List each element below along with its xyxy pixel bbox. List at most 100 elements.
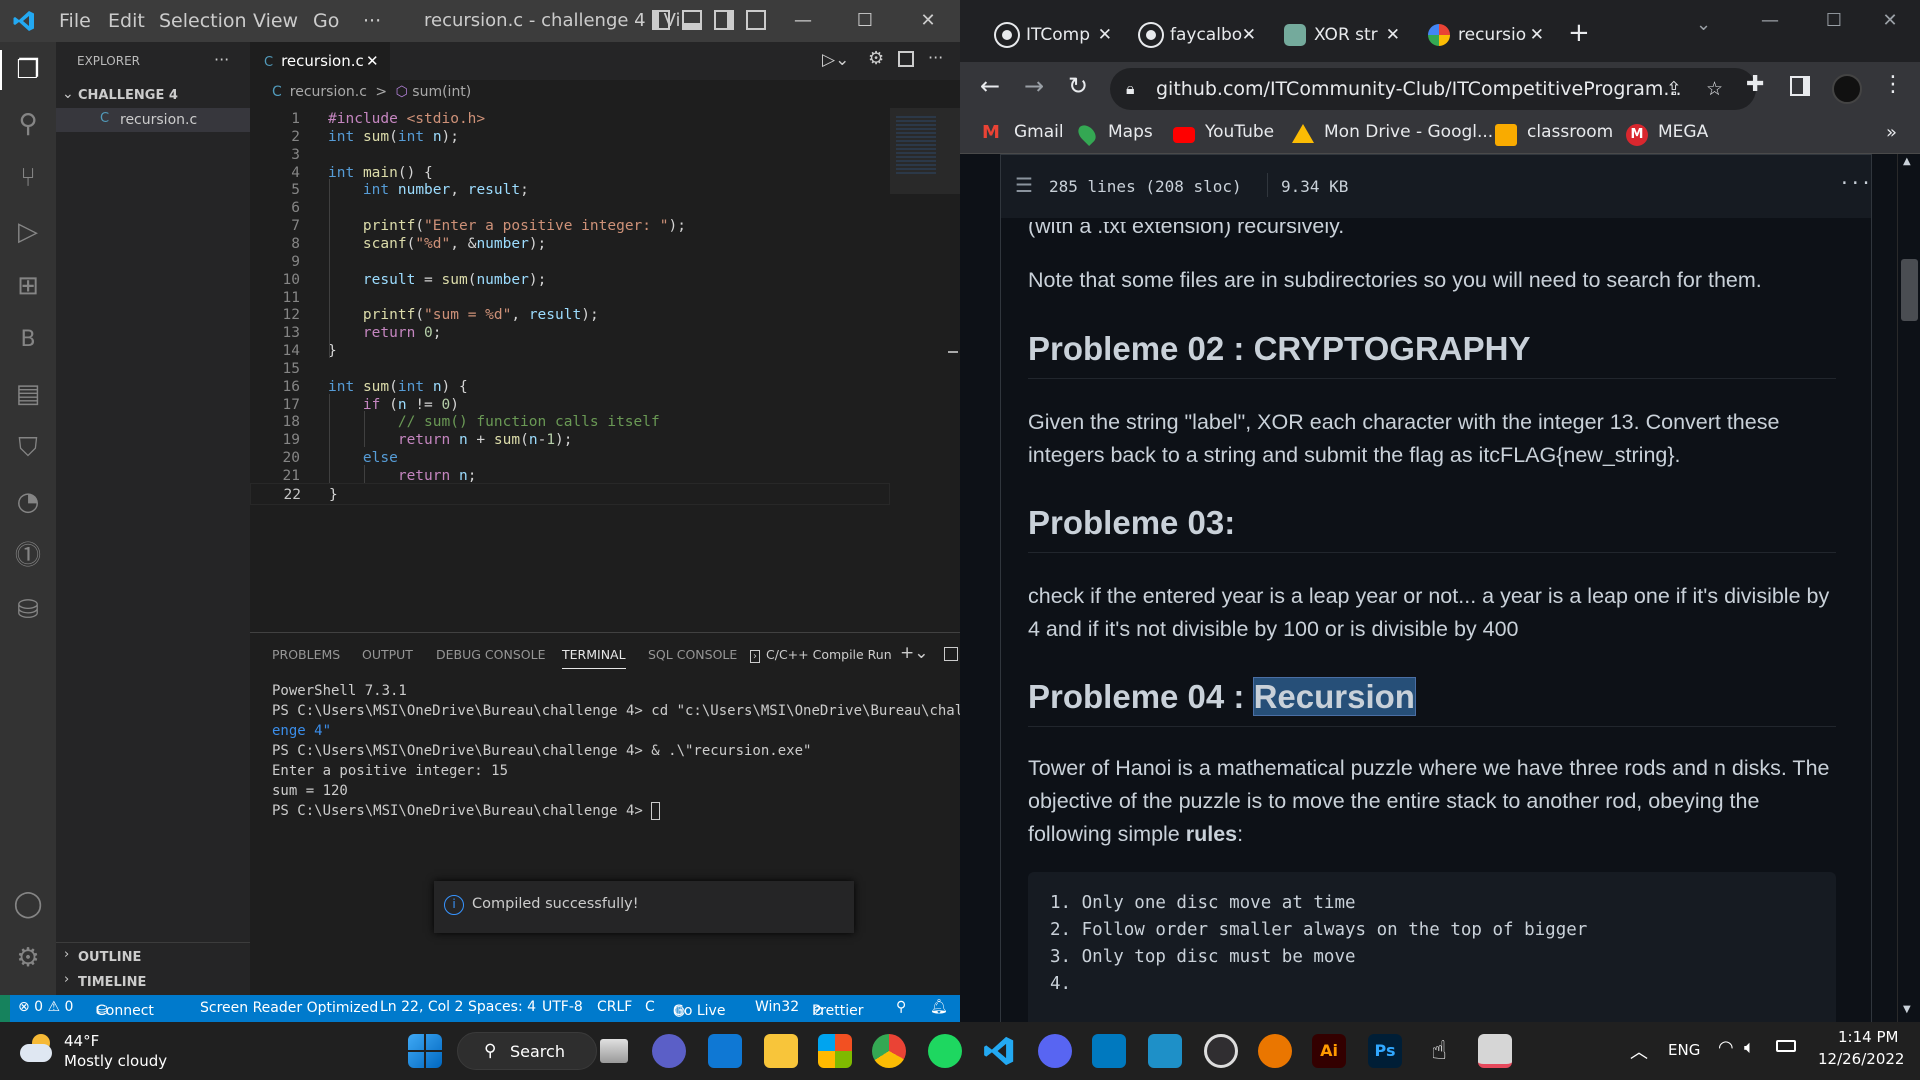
code-editor[interactable]: 1 #include <stdio.h> 2 int sum(int n); 3 4 int…	[250, 108, 960, 628]
bookmark-drive[interactable]: Mon Drive - Googl...	[1292, 122, 1493, 143]
bookmark-gmail[interactable]: M Gmail	[982, 122, 1064, 143]
chrome-menu-icon[interactable]: ⋮	[1882, 72, 1904, 97]
split-editor-icon[interactable]	[898, 51, 914, 67]
settings-gear-icon[interactable]: ⚙	[10, 940, 46, 976]
teams-icon[interactable]	[652, 1034, 686, 1068]
file-explorer-icon[interactable]	[764, 1034, 798, 1068]
menu-file[interactable]: File	[59, 10, 91, 32]
menu-more[interactable]: ···	[363, 10, 381, 32]
photoshop-icon[interactable]: Ps	[1368, 1034, 1402, 1068]
breadcrumb-symbol[interactable]: sum(int)	[412, 84, 471, 100]
task-view-icon[interactable]	[600, 1039, 628, 1063]
blender-icon[interactable]	[1258, 1034, 1292, 1068]
account-icon[interactable]: ◯	[10, 886, 46, 922]
end-of-line[interactable]: CRLF	[597, 999, 632, 1015]
remote-indicator[interactable]	[0, 995, 10, 1022]
browser-tab-xor[interactable]: XOR str ✕	[1268, 10, 1412, 60]
weather-widget[interactable]: 44°F Mostly cloudy	[20, 1030, 200, 1074]
tab-close-icon[interactable]: ✕	[1530, 10, 1544, 60]
encoding[interactable]: UTF-8	[542, 999, 583, 1015]
tab-recursion-c[interactable]: Crecursion.c ✕	[250, 42, 390, 80]
outline-section[interactable]: › OUTLINE	[56, 947, 250, 969]
scroll-up-icon[interactable]: ▲	[1903, 156, 1911, 167]
new-terminal-icon[interactable]: +⌄	[900, 643, 929, 663]
bookmark-youtube[interactable]: YouTube	[1173, 122, 1274, 143]
remote-desktop-icon[interactable]	[1148, 1034, 1182, 1068]
close-button[interactable]: ✕	[1860, 0, 1920, 42]
store-icon[interactable]	[818, 1034, 852, 1068]
git-graph-icon[interactable]: ⓵	[10, 538, 46, 574]
tab-close-icon[interactable]: ✕	[1242, 10, 1256, 60]
language-mode[interactable]: C	[645, 999, 655, 1015]
split-terminal-icon[interactable]	[944, 647, 958, 661]
bookmark-classroom[interactable]: classroom	[1495, 122, 1613, 146]
input-language[interactable]: ENG	[1668, 1041, 1700, 1059]
chrome-icon[interactable]	[872, 1034, 906, 1068]
run-code-icon[interactable]: ▷⌄	[822, 50, 849, 70]
clock-time[interactable]: 1:14 PM	[1838, 1028, 1898, 1046]
toggle-sidebar-icon[interactable]	[652, 10, 670, 30]
forward-icon[interactable]: →	[1024, 72, 1044, 100]
source-control-icon[interactable]: ⑂	[10, 160, 46, 196]
cursor-position[interactable]: Ln 22, Col 2	[380, 999, 463, 1015]
database-icon[interactable]: ⛁	[10, 592, 46, 628]
explorer-more-icon[interactable]: ···	[214, 50, 229, 69]
minimap[interactable]	[890, 108, 960, 198]
notifications-bell-icon[interactable]: 🔔︎	[930, 999, 948, 1015]
wifi-icon[interactable]: ◠	[1718, 1037, 1734, 1058]
explorer-icon[interactable]: ❐	[10, 52, 46, 88]
close-button[interactable]: ✕	[898, 0, 958, 42]
code-line[interactable]: 22}	[250, 482, 890, 505]
back-icon[interactable]: ←	[980, 72, 1000, 100]
notification-toast[interactable]: i Compiled successfully!	[434, 881, 854, 933]
screen-reader-status[interactable]: Screen Reader Optimized	[194, 995, 384, 1022]
scroll-down-icon[interactable]: ▼	[1903, 1004, 1911, 1015]
reload-icon[interactable]: ↻	[1068, 72, 1088, 100]
tab-search-icon[interactable]: ⌄	[1696, 14, 1711, 35]
taskbar-search[interactable]: ⚲ Search	[457, 1032, 597, 1070]
volume-icon[interactable]: 🔈︎	[1744, 1037, 1755, 1058]
settings-gear-icon[interactable]: ⚙	[868, 48, 884, 69]
spotify-icon[interactable]	[928, 1034, 962, 1068]
tab-close-icon[interactable]: ✕	[366, 42, 379, 80]
new-tab-button[interactable]: +	[1568, 18, 1590, 48]
profile-avatar[interactable]	[1832, 74, 1862, 104]
tab-close-icon[interactable]: ✕	[1386, 10, 1400, 60]
tab-sql-console[interactable]: SQL CONSOLE	[648, 647, 737, 662]
side-panel-icon[interactable]	[1790, 76, 1810, 96]
maximize-button[interactable]: ☐	[835, 0, 895, 42]
scrollbar-thumb[interactable]	[1901, 259, 1918, 321]
indentation[interactable]: Spaces: 4	[468, 999, 536, 1015]
selected-text[interactable]: Recursion	[1252, 677, 1416, 716]
bookmark-icon[interactable]: ⛉	[10, 430, 46, 466]
browser-tab-itcomp[interactable]: ITComp ✕	[980, 10, 1124, 60]
search-icon[interactable]: ⚲	[10, 106, 46, 142]
minimize-button[interactable]: —	[1740, 0, 1800, 42]
trello-icon[interactable]	[1092, 1034, 1126, 1068]
extensions-icon[interactable]: ⊞	[10, 268, 46, 304]
vscode-taskbar-icon[interactable]	[982, 1034, 1016, 1068]
obs-icon[interactable]	[1204, 1034, 1238, 1068]
address-bar[interactable]: 🔒︎ github.com/ITCommunity-Club/ITCompeti…	[1110, 68, 1756, 110]
terminal-prompt[interactable]: PS C:\Users\MSI\OneDrive\Bureau\challeng…	[272, 801, 661, 821]
toggle-panel-icon[interactable]	[682, 10, 702, 30]
minimize-button[interactable]: —	[773, 0, 833, 42]
menu-selection[interactable]: Selection	[159, 10, 247, 32]
toggle-secondary-sidebar-icon[interactable]	[714, 10, 734, 30]
outline-list-icon[interactable]: ☰	[1015, 173, 1033, 197]
more-actions-icon[interactable]: ···	[928, 48, 943, 67]
customize-layout-icon[interactable]	[746, 10, 766, 30]
run-debug-icon[interactable]: ▷	[10, 214, 46, 250]
timeline-section[interactable]: › TIMELINE	[56, 972, 250, 994]
feedback-icon[interactable]: ⚲	[896, 999, 906, 1015]
tab-close-icon[interactable]: ✕	[1098, 10, 1112, 60]
browser-tab-recursion[interactable]: recursio ✕	[1412, 10, 1556, 60]
file-row[interactable]: C recursion.c	[56, 108, 250, 132]
tab-debug-console[interactable]: DEBUG CONSOLE	[436, 647, 545, 662]
maximize-button[interactable]: ☐	[1804, 0, 1864, 42]
tab-terminal[interactable]: TERMINAL	[562, 647, 626, 669]
menu-edit[interactable]: Edit	[108, 10, 145, 32]
folder-row[interactable]: ⌄ CHALLENGE 4	[56, 84, 250, 108]
show-hidden-icons[interactable]: ︿	[1630, 1038, 1648, 1064]
more-options-icon[interactable]: ···	[1839, 173, 1872, 194]
